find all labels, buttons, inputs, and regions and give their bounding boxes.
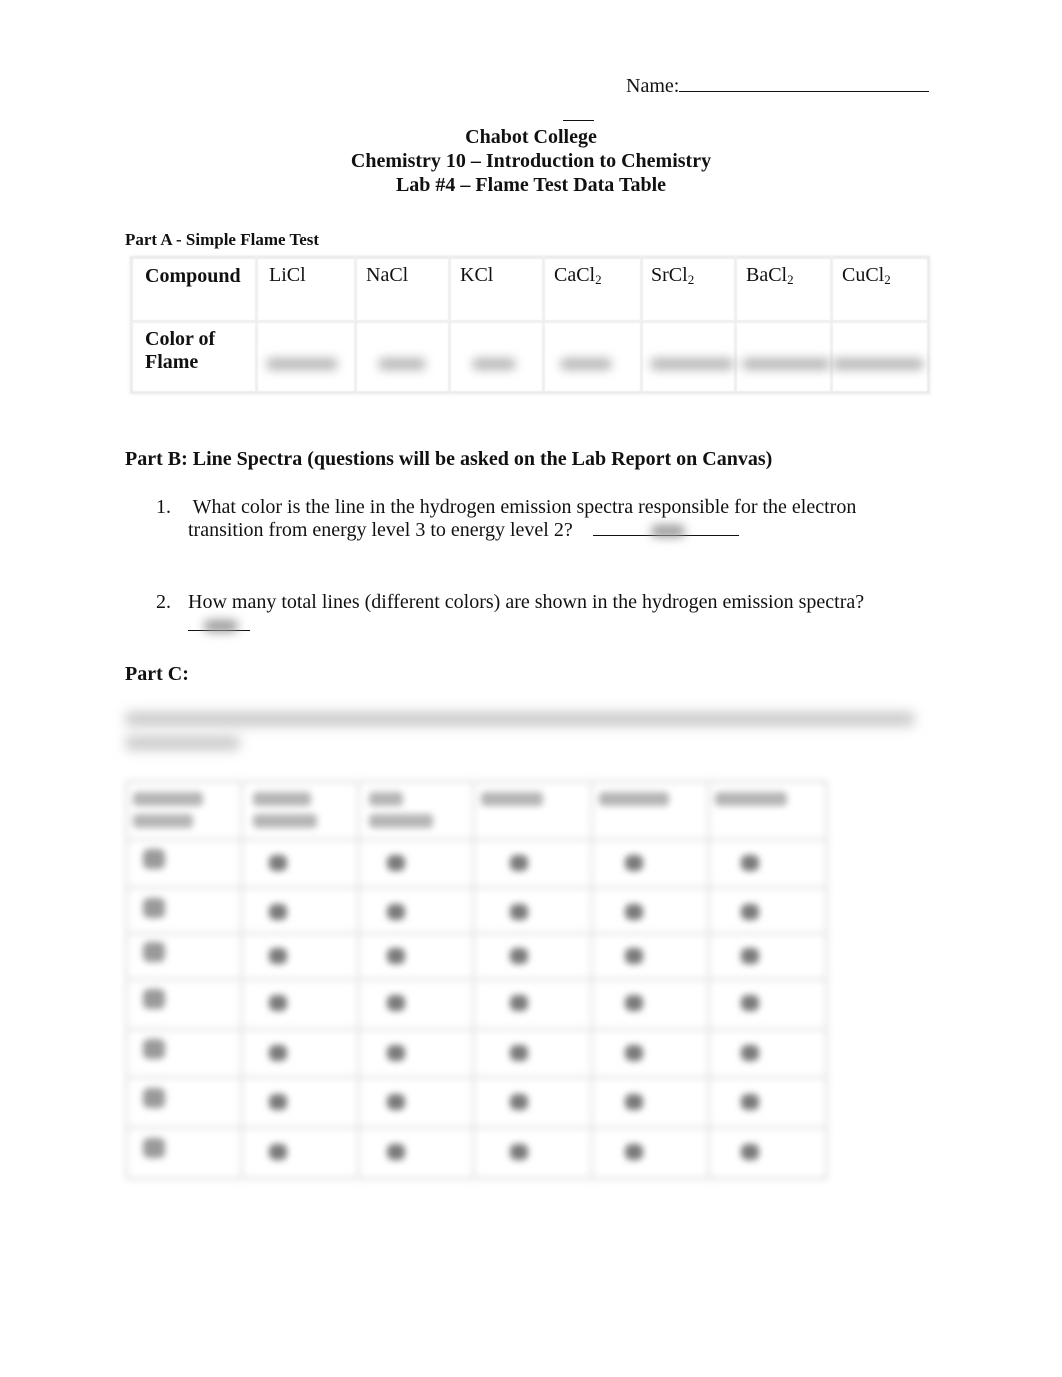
college-name: Chabot College xyxy=(465,126,597,148)
obscured-value xyxy=(387,1144,405,1160)
obscured-value xyxy=(625,995,643,1011)
obscured-value xyxy=(510,904,528,920)
obscured-value xyxy=(387,1094,405,1110)
part-c-heading: Part C: xyxy=(125,663,189,685)
compound-header: BaCl2 xyxy=(746,264,794,287)
obscured-flame-color xyxy=(742,358,830,370)
obscured-value xyxy=(510,1094,528,1110)
obscured-value xyxy=(269,1045,287,1061)
flame-test-table xyxy=(130,256,930,394)
obscured-flame-color xyxy=(832,358,924,370)
obscured-flame-color xyxy=(378,358,426,370)
compound-header: CaCl2 xyxy=(554,264,602,287)
obscured-value xyxy=(625,855,643,871)
obscured-value xyxy=(269,1094,287,1110)
obscured-value xyxy=(269,995,287,1011)
name-label: Name: xyxy=(626,75,680,97)
obscured-value xyxy=(269,904,287,920)
row-label-color-of-flame: Color of Flame xyxy=(145,328,216,373)
answer-blank-1[interactable] xyxy=(592,519,739,537)
obscured-value xyxy=(625,948,643,964)
obscured-value xyxy=(741,995,759,1011)
name-blank[interactable] xyxy=(679,73,930,92)
compound-header: CuCl2 xyxy=(842,264,891,287)
obscured-value xyxy=(387,1045,405,1061)
obscured-value xyxy=(741,1045,759,1061)
answer-blank-2[interactable] xyxy=(188,614,250,632)
lab-title: Lab #4 – Flame Test Data Table xyxy=(395,174,667,196)
obscured-value xyxy=(387,904,405,920)
obscured-value xyxy=(625,904,643,920)
obscured-value xyxy=(625,1144,643,1160)
obscured-value xyxy=(510,995,528,1011)
obscured-instructions xyxy=(125,712,925,760)
obscured-value xyxy=(269,1144,287,1160)
compound-header: KCl xyxy=(460,264,494,286)
obscured-flame-color xyxy=(472,358,516,370)
obscured-symbol xyxy=(143,849,165,869)
obscured-value xyxy=(269,948,287,964)
obscured-value xyxy=(387,855,405,871)
obscured-value xyxy=(741,855,759,871)
part-a-heading: Part A - Simple Flame Test xyxy=(125,230,320,249)
obscured-atom-table xyxy=(125,780,828,1180)
obscured-value xyxy=(741,1094,759,1110)
obscured-symbol xyxy=(143,942,165,962)
obscured-symbol xyxy=(143,1088,165,1108)
obscured-value xyxy=(387,995,405,1011)
obscured-flame-color xyxy=(650,358,734,370)
part-b-heading: Part B: Line Spectra (questions will be … xyxy=(125,448,773,470)
obscured-symbol xyxy=(143,898,165,918)
obscured-value xyxy=(625,1045,643,1061)
obscured-symbol xyxy=(143,1039,165,1059)
course-title: Chemistry 10 – Introduction to Chemistry xyxy=(350,150,712,172)
obscured-value xyxy=(510,1144,528,1160)
document-title: Chabot College Chemistry 10 – Introducti… xyxy=(0,125,1062,197)
compound-header: SrCl2 xyxy=(651,264,695,287)
row-label-compound: Compound xyxy=(145,265,241,287)
obscured-symbol xyxy=(143,1138,165,1158)
obscured-value xyxy=(741,1144,759,1160)
obscured-value xyxy=(269,855,287,871)
obscured-symbol xyxy=(143,989,165,1009)
obscured-flame-color xyxy=(560,358,612,370)
compound-header: NaCl xyxy=(366,264,409,286)
obscured-value xyxy=(510,855,528,871)
obscured-value xyxy=(387,948,405,964)
obscured-value xyxy=(510,948,528,964)
obscured-value xyxy=(625,1094,643,1110)
short-rule-divider xyxy=(563,120,594,121)
obscured-value xyxy=(741,904,759,920)
obscured-value xyxy=(510,1045,528,1061)
obscured-flame-color xyxy=(266,358,338,370)
obscured-value xyxy=(741,948,759,964)
compound-header: LiCl xyxy=(269,264,306,286)
name-field[interactable]: Name: xyxy=(626,73,930,98)
